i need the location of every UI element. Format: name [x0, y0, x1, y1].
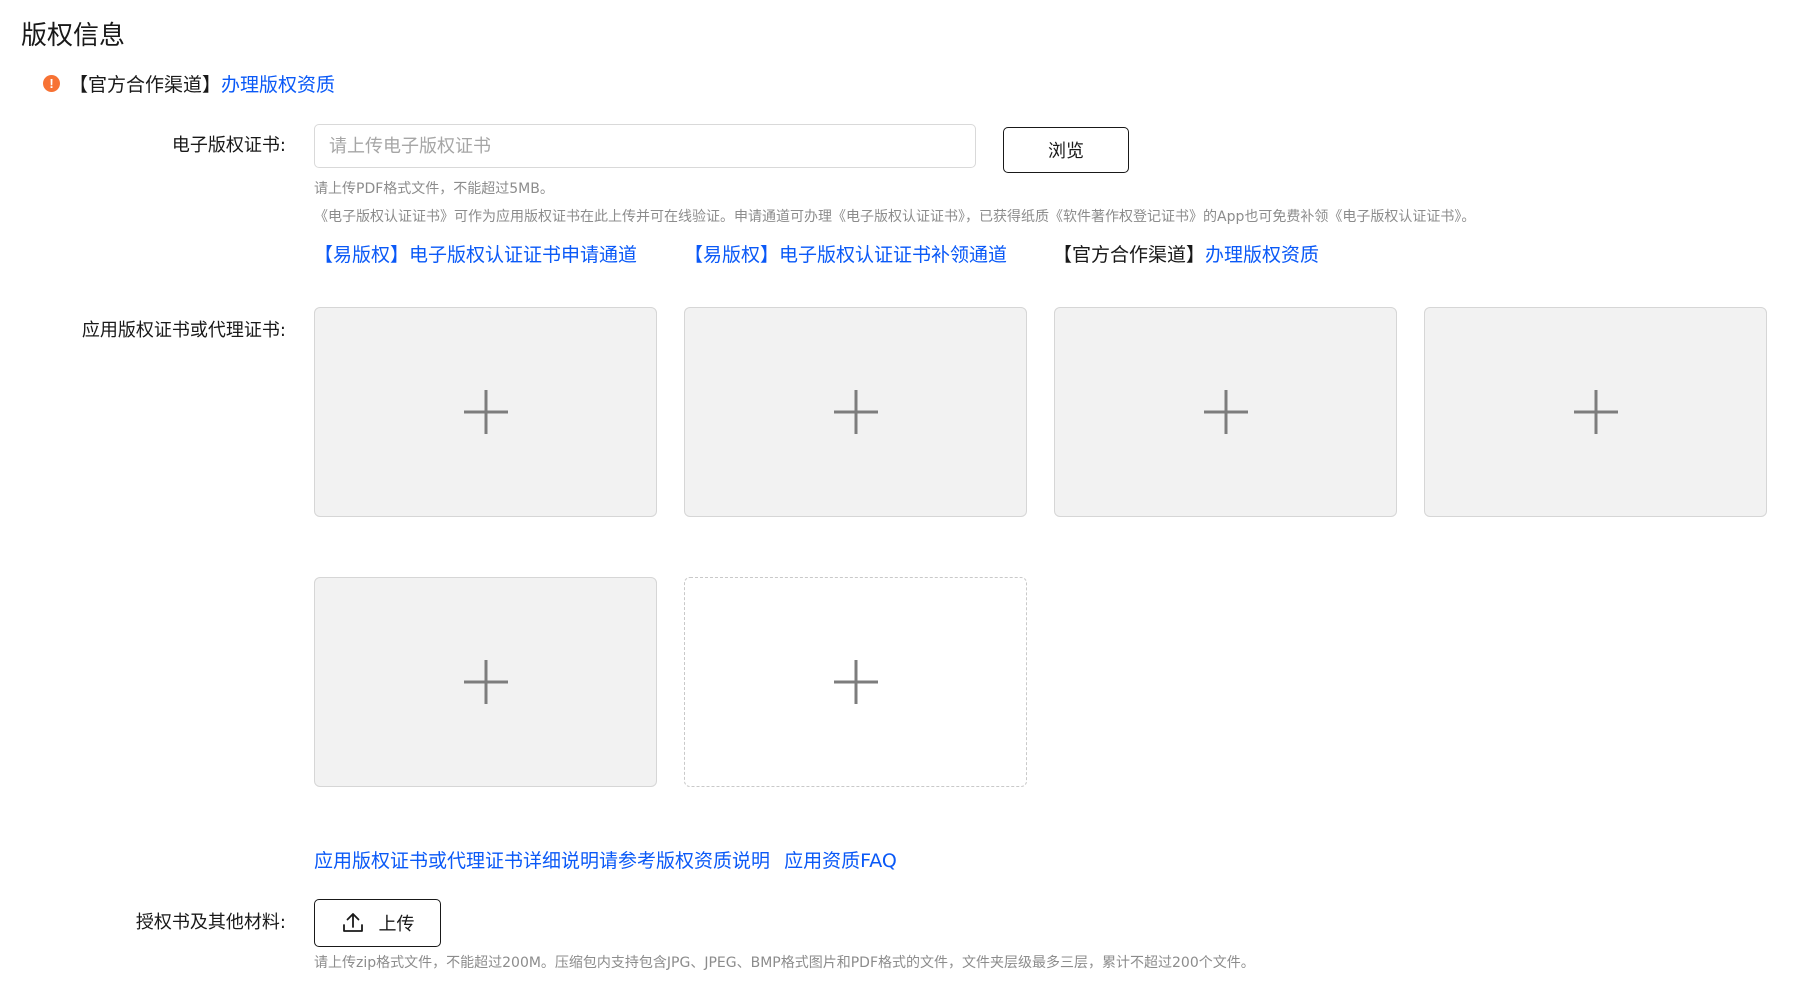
app-cert-upload-slot[interactable]	[314, 307, 657, 517]
upload-button[interactable]: 上传	[314, 899, 441, 947]
section-title: 版权信息	[21, 21, 126, 51]
ecert-format-hint: 请上传PDF格式文件，不能超过5MB。	[314, 181, 554, 197]
ecert-description-hint: 《电子版权认证证书》可作为应用版权证书在此上传并可在线验证。申请通道可办理《电子…	[314, 209, 1476, 225]
plus-icon	[1203, 390, 1248, 434]
app-cert-add-button[interactable]	[684, 577, 1027, 787]
ecert-label: 电子版权证书:	[171, 135, 286, 156]
ecert-apply-channel-link[interactable]: 【易版权】电子版权认证证书申请通道	[314, 240, 637, 267]
ecert-official-channel-label: 【官方合作渠道】	[1053, 244, 1206, 266]
app-cert-help-links: 应用版权证书或代理证书详细说明请参考版权资质说明 应用资质FAQ	[314, 846, 897, 873]
auth-materials-hint: 请上传zip格式文件，不能超过200M。压缩包内支持包含JPG、JPEG、BMP…	[314, 955, 1255, 971]
apply-copyright-qualification-link[interactable]: 办理版权资质	[221, 70, 335, 97]
app-cert-upload-slot[interactable]	[314, 577, 657, 787]
official-channel-label: 【官方合作渠道】	[69, 73, 222, 96]
plus-icon	[463, 390, 508, 434]
ecert-official-channel: 【官方合作渠道】办理版权资质	[1053, 240, 1319, 267]
plus-icon	[833, 660, 878, 704]
app-cert-upload-slot[interactable]	[1054, 307, 1397, 517]
official-channel-notice: ! 【官方合作渠道】 办理版权资质	[43, 69, 335, 97]
plus-icon	[833, 390, 878, 434]
auth-materials-label: 授权书及其他材料:	[135, 912, 286, 933]
app-qualification-faq-link[interactable]: 应用资质FAQ	[784, 850, 897, 872]
app-cert-label: 应用版权证书或代理证书:	[81, 320, 286, 341]
plus-icon	[1573, 390, 1618, 434]
upload-button-label: 上传	[378, 914, 415, 935]
plus-icon	[463, 660, 508, 704]
ecert-input[interactable]	[314, 124, 976, 168]
app-cert-upload-slot[interactable]	[1424, 307, 1767, 517]
ecert-apply-qualification-link[interactable]: 办理版权资质	[1205, 244, 1319, 266]
browse-button[interactable]: 浏览	[1003, 127, 1129, 173]
ecert-reissue-channel-link[interactable]: 【易版权】电子版权认证证书补领通道	[684, 240, 1007, 267]
upload-arrow-icon	[342, 913, 363, 932]
app-cert-upload-slot[interactable]	[684, 307, 1027, 517]
exclamation-circle-icon: !	[43, 74, 60, 92]
app-cert-detail-link[interactable]: 应用版权证书或代理证书详细说明请参考版权资质说明	[314, 850, 770, 872]
